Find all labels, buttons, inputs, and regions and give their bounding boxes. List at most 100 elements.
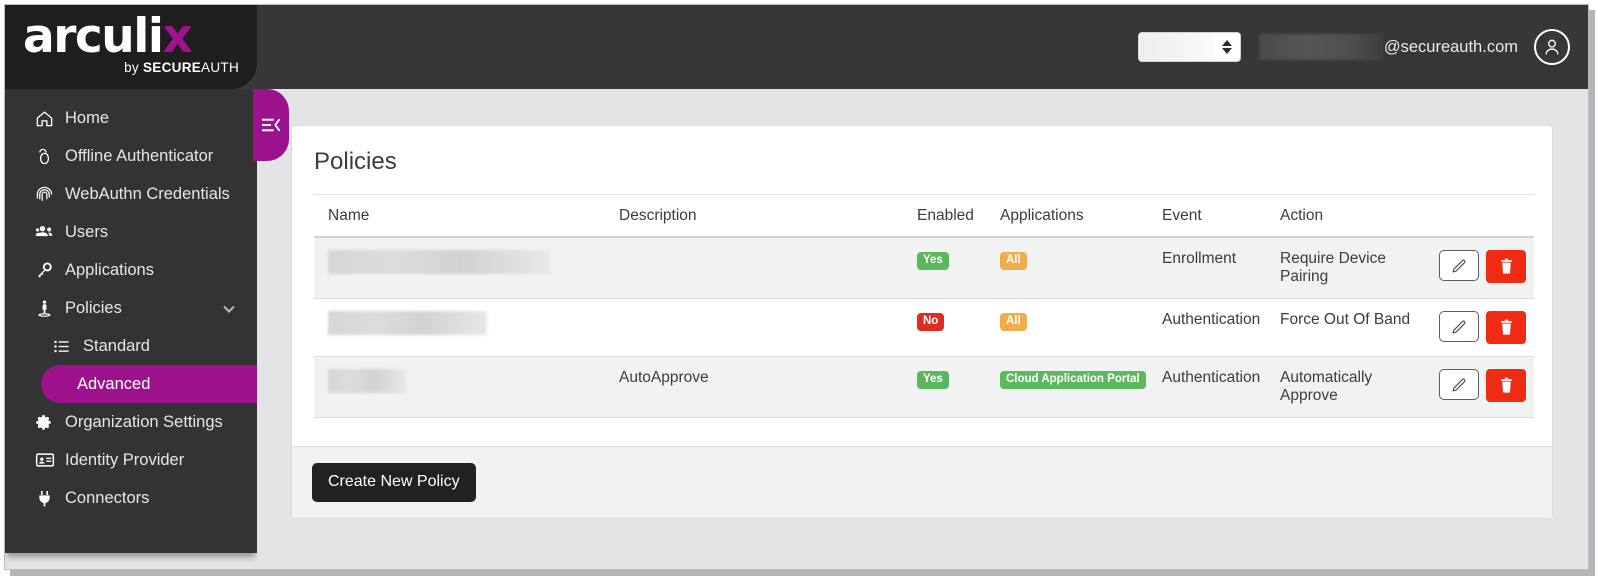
logo-wordmark-text: arculix [23, 9, 193, 64]
cell-description [619, 237, 917, 299]
status-badge: Yes [917, 252, 949, 270]
sidebar-item-label: Users [65, 222, 109, 241]
user-icon [1545, 39, 1559, 55]
applications-badge: All [1000, 252, 1027, 270]
sidebar-item-organization-settings[interactable]: Organization Settings [5, 403, 257, 441]
create-new-policy-button[interactable]: Create New Policy [312, 463, 476, 502]
user-email-redacted [1258, 34, 1383, 60]
delete-button[interactable] [1486, 311, 1526, 344]
logo-auth-text: AUTH [201, 60, 239, 75]
cell-name [314, 298, 619, 357]
delete-button[interactable] [1486, 369, 1526, 402]
sidebar-item-label: Standard [83, 336, 150, 355]
cell-name [314, 356, 619, 418]
sidebar-item-applications[interactable]: Applications [5, 251, 257, 289]
logo-block[interactable]: arculix by SECUREAUTH [5, 5, 257, 89]
sidebar-item-offline-authenticator[interactable]: Offline Authenticator [5, 137, 257, 175]
status-badge: Yes [917, 371, 949, 389]
column-header-event[interactable]: Event [1162, 194, 1280, 238]
cell-description [619, 298, 917, 357]
sidebar-item-users[interactable]: Users [5, 213, 257, 251]
top-header-bar: arculix by SECUREAUTH @secureauth.com [5, 5, 1588, 89]
cell-event: Authentication [1162, 298, 1280, 357]
table-header: Name Description Enabled Applications Ev… [314, 194, 1534, 238]
cell-applications: Cloud Application Portal [1000, 356, 1162, 418]
page-title: Policies [314, 148, 397, 175]
gear-icon [35, 413, 65, 432]
sidebar-item-policies[interactable]: Policies [5, 289, 257, 327]
cell-applications: All [1000, 237, 1162, 299]
collapse-menu-icon [262, 118, 281, 132]
table-bottom-spacer [292, 418, 1552, 446]
tenant-select[interactable] [1137, 32, 1241, 62]
sidebar-item-label: Offline Authenticator [65, 146, 214, 165]
user-email: @secureauth.com [1258, 34, 1518, 60]
cell-applications: All [1000, 298, 1162, 357]
offline-authenticator-icon [35, 147, 65, 166]
sidebar-item-label: Advanced [77, 374, 151, 393]
cell-row-buttons [1418, 298, 1534, 357]
edit-button[interactable] [1439, 369, 1479, 400]
cell-enabled: Yes [917, 356, 1000, 418]
policies-icon [35, 299, 65, 318]
table-row[interactable]: No All Authentication Force Out Of Band [314, 298, 1534, 357]
sidebar: Home Offline Authenticator WebAuthn Cred… [5, 89, 257, 553]
sidebar-item-identity-provider[interactable]: Identity Provider [5, 441, 257, 479]
cell-action: Require Device Pairing [1280, 237, 1418, 299]
column-header-enabled[interactable]: Enabled [917, 194, 1000, 238]
sidebar-item-label: Identity Provider [65, 450, 185, 469]
column-header-description[interactable]: Description [619, 194, 917, 238]
table-row[interactable]: AutoApprove Yes Cloud Application Portal… [314, 356, 1534, 418]
sidebar-item-webauthn-credentials[interactable]: WebAuthn Credentials [5, 175, 257, 213]
sidebar-item-home[interactable]: Home [5, 99, 257, 137]
policies-table: Name Description Enabled Applications Ev… [314, 194, 1534, 418]
sidebar-item-standard[interactable]: Standard [5, 327, 257, 365]
table-row[interactable]: Yes All Enrollment Require Device Pairin… [314, 237, 1534, 299]
pencil-icon [1452, 259, 1465, 273]
edit-button[interactable] [1439, 311, 1479, 342]
table-body: Yes All Enrollment Require Device Pairin… [314, 237, 1534, 418]
logo-x-glyph: x [162, 9, 192, 64]
column-header-name[interactable]: Name [314, 194, 619, 238]
avatar[interactable] [1534, 29, 1570, 65]
delete-button[interactable] [1486, 250, 1526, 283]
sidebar-collapse-toggle[interactable] [253, 89, 289, 161]
cell-event: Enrollment [1162, 237, 1280, 299]
cell-action: Force Out Of Band [1280, 298, 1418, 357]
cell-row-buttons [1418, 356, 1534, 418]
policies-card: Policies Name Description Enabled Applic… [291, 125, 1553, 519]
user-email-domain: @secureauth.com [1383, 37, 1518, 56]
sidebar-item-label: Organization Settings [65, 412, 223, 431]
table-header-row: Name Description Enabled Applications Ev… [314, 194, 1534, 238]
id-card-icon [35, 450, 65, 470]
applications-badge: Cloud Application Portal [1000, 371, 1146, 389]
policy-name-redacted [328, 369, 406, 393]
card-header: Policies Name Description Enabled Applic… [292, 126, 1552, 418]
sidebar-item-label: Home [65, 108, 110, 127]
list-icon [53, 338, 83, 355]
cell-event: Authentication [1162, 356, 1280, 418]
cell-action: Automatically Approve [1280, 356, 1418, 418]
header-controls: @secureauth.com [1137, 5, 1570, 89]
edit-button[interactable] [1439, 250, 1479, 281]
cell-enabled: Yes [917, 237, 1000, 299]
sidebar-item-label: Policies [65, 298, 122, 317]
sidebar-item-connectors[interactable]: Connectors [5, 479, 257, 517]
users-icon [35, 222, 65, 242]
applications-badge: All [1000, 313, 1027, 331]
app-window: arculix by SECUREAUTH @secureauth.com Ho… [4, 4, 1589, 570]
key-icon [35, 261, 65, 280]
sidebar-item-label: Connectors [65, 488, 150, 507]
plug-icon [35, 489, 65, 508]
cell-description: AutoApprove [619, 356, 917, 418]
column-header-action[interactable]: Action [1280, 194, 1418, 238]
card-footer: Create New Policy [292, 446, 1552, 518]
column-header-applications[interactable]: Applications [1000, 194, 1162, 238]
arculix-logo: arculix by SECUREAUTH [23, 9, 241, 76]
logo-by-text: by [124, 60, 143, 75]
trash-icon [1500, 258, 1512, 274]
sidebar-item-advanced[interactable]: Advanced [41, 365, 257, 403]
fingerprint-icon [35, 185, 65, 204]
pencil-icon [1452, 320, 1465, 334]
pencil-icon [1452, 378, 1465, 392]
